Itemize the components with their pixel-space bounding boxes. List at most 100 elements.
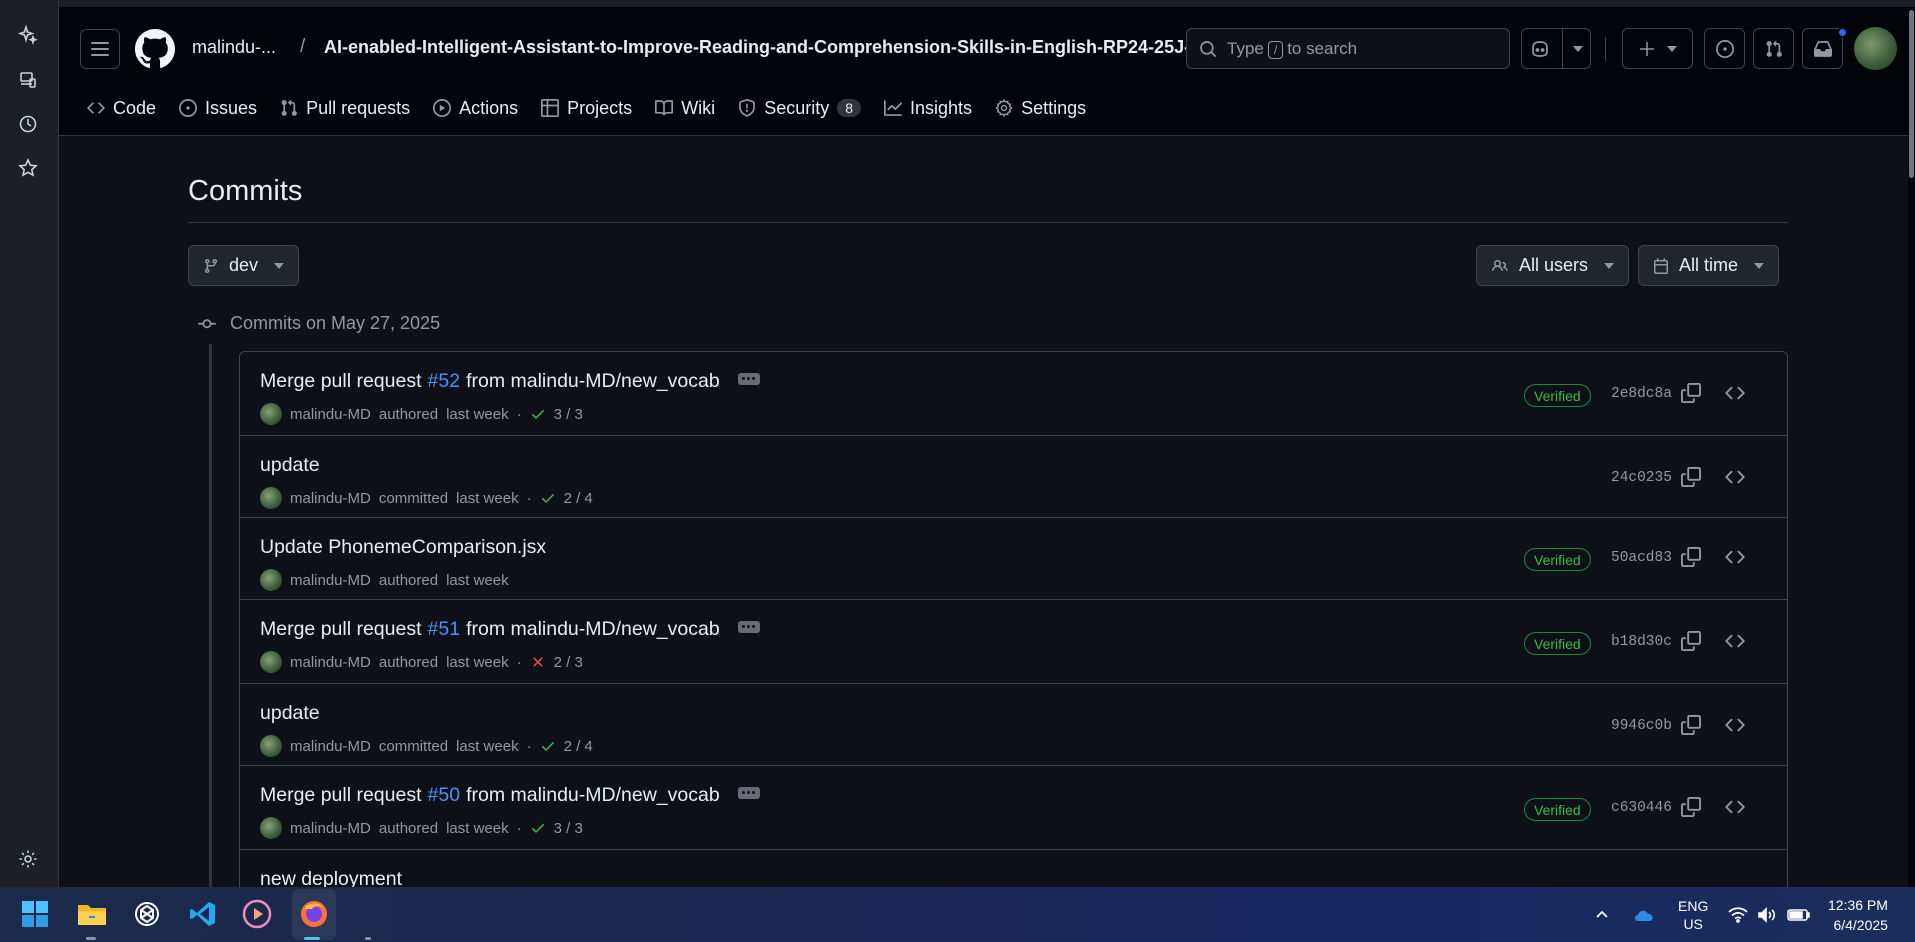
browse-code-icon[interactable] bbox=[1725, 715, 1745, 735]
onedrive-icon[interactable] bbox=[1633, 887, 1655, 942]
vscode-icon[interactable] bbox=[186, 897, 220, 931]
tray-chevron-icon[interactable] bbox=[1594, 887, 1610, 942]
copilot-button[interactable] bbox=[1521, 28, 1591, 69]
windows-start-icon[interactable] bbox=[18, 897, 52, 931]
tab-issues[interactable]: Issues bbox=[179, 98, 257, 119]
tab-settings[interactable]: Settings bbox=[995, 98, 1086, 119]
media-player-icon[interactable] bbox=[240, 897, 274, 931]
commit-sha[interactable]: 50acd83 bbox=[1611, 550, 1672, 566]
commit-sha[interactable]: b18d30c bbox=[1611, 634, 1672, 650]
repo-name-link[interactable]: AI-enabled-Intelligent-Assistant-to-Impr… bbox=[324, 37, 1215, 58]
file-explorer-icon[interactable] bbox=[75, 897, 109, 931]
commit-message[interactable]: Merge pull request #51 from malindu-MD/n… bbox=[260, 618, 760, 641]
commit-sha[interactable]: c630446 bbox=[1611, 800, 1672, 816]
wifi-icon[interactable] bbox=[1728, 887, 1748, 942]
verified-badge[interactable]: Verified bbox=[1524, 384, 1591, 407]
browse-code-icon[interactable] bbox=[1725, 383, 1745, 403]
tab-wiki[interactable]: Wiki bbox=[655, 98, 715, 119]
sparkle-icon[interactable] bbox=[16, 23, 40, 47]
commit-message[interactable]: Merge pull request #50 from malindu-MD/n… bbox=[260, 784, 760, 807]
author-link[interactable]: malindu-MD bbox=[290, 820, 371, 837]
browse-code-icon[interactable] bbox=[1725, 547, 1745, 567]
check-icon[interactable] bbox=[530, 820, 546, 836]
search-input[interactable]: Type / to search bbox=[1186, 28, 1510, 69]
author-link[interactable]: malindu-MD bbox=[290, 738, 371, 755]
browse-code-icon[interactable] bbox=[1725, 467, 1745, 487]
language-indicator[interactable]: ENG US bbox=[1678, 887, 1708, 942]
table-icon bbox=[541, 99, 560, 117]
commit-message[interactable]: update bbox=[260, 454, 320, 477]
tab-code[interactable]: Code bbox=[87, 98, 156, 119]
check-icon[interactable] bbox=[530, 406, 546, 422]
browse-code-icon[interactable] bbox=[1725, 797, 1745, 817]
time-filter-button[interactable]: All time bbox=[1638, 245, 1780, 286]
checks-count[interactable]: 3 / 3 bbox=[554, 406, 583, 423]
author-avatar[interactable] bbox=[260, 817, 282, 839]
copy-icon[interactable] bbox=[1681, 631, 1701, 651]
browse-code-icon[interactable] bbox=[1725, 631, 1745, 651]
github-logo-icon[interactable] bbox=[135, 29, 175, 69]
synced-tabs-icon[interactable] bbox=[16, 68, 40, 92]
author-avatar[interactable] bbox=[260, 735, 282, 757]
commit-message[interactable]: Update PhonemeComparison.jsx bbox=[260, 536, 546, 559]
check-icon[interactable] bbox=[540, 490, 556, 506]
author-avatar[interactable] bbox=[260, 487, 282, 509]
tab-security[interactable]: Security 8 bbox=[738, 98, 862, 119]
commit-message[interactable]: Merge pull request #52 from malindu-MD/n… bbox=[260, 370, 760, 393]
check-icon[interactable] bbox=[540, 738, 556, 754]
author-link[interactable]: malindu-MD bbox=[290, 490, 371, 507]
tab-projects[interactable]: Projects bbox=[541, 98, 632, 119]
checks-count[interactable]: 3 / 3 bbox=[554, 820, 583, 837]
verified-badge[interactable]: Verified bbox=[1524, 548, 1591, 571]
firefox-icon[interactable] bbox=[297, 897, 331, 931]
expand-body-button[interactable] bbox=[737, 372, 760, 385]
pull-requests-button[interactable] bbox=[1753, 28, 1794, 69]
verified-badge[interactable]: Verified bbox=[1524, 798, 1591, 821]
branch-select-button[interactable]: dev bbox=[188, 245, 300, 286]
menu-button[interactable] bbox=[80, 29, 120, 69]
pr-link[interactable]: #52 bbox=[428, 370, 461, 393]
copy-icon[interactable] bbox=[1681, 467, 1701, 487]
copy-icon[interactable] bbox=[1681, 383, 1701, 403]
checks-count[interactable]: 2 / 4 bbox=[564, 490, 593, 507]
sidebar-settings-icon[interactable] bbox=[16, 847, 40, 871]
copy-icon[interactable] bbox=[1681, 715, 1701, 735]
tab-insights[interactable]: Insights bbox=[884, 98, 972, 119]
author-link[interactable]: malindu-MD bbox=[290, 654, 371, 671]
repo-owner-link[interactable]: malindu-... bbox=[192, 37, 276, 58]
expand-body-button[interactable] bbox=[737, 620, 760, 633]
author-link[interactable]: malindu-MD bbox=[290, 406, 371, 423]
bookmarks-star-icon[interactable] bbox=[16, 156, 40, 180]
pr-link[interactable]: #51 bbox=[428, 618, 461, 641]
users-filter-button[interactable]: All users bbox=[1476, 245, 1630, 286]
commit-sha[interactable]: 9946c0b bbox=[1611, 718, 1672, 734]
history-icon[interactable] bbox=[16, 112, 40, 136]
copy-icon[interactable] bbox=[1681, 547, 1701, 567]
create-new-button[interactable] bbox=[1622, 28, 1693, 69]
issues-button[interactable] bbox=[1704, 28, 1745, 69]
commit-sha[interactable]: 2e8dc8a bbox=[1611, 386, 1672, 402]
author-link[interactable]: malindu-MD bbox=[290, 572, 371, 589]
verified-badge[interactable]: Verified bbox=[1524, 632, 1591, 655]
copy-icon[interactable] bbox=[1681, 797, 1701, 817]
checks-count[interactable]: 2 / 4 bbox=[564, 738, 593, 755]
chatgpt-icon[interactable] bbox=[130, 897, 164, 931]
user-avatar[interactable] bbox=[1854, 27, 1897, 70]
commit-action: committed bbox=[378, 489, 449, 507]
x-fail-icon[interactable] bbox=[530, 654, 546, 670]
tab-pull-requests[interactable]: Pull requests bbox=[280, 98, 410, 119]
checks-count[interactable]: 2 / 3 bbox=[554, 654, 583, 671]
expand-body-button[interactable] bbox=[737, 786, 760, 799]
battery-icon[interactable] bbox=[1787, 887, 1811, 942]
author-avatar[interactable] bbox=[260, 651, 282, 673]
scrollbar-thumb[interactable] bbox=[1909, 10, 1914, 178]
author-avatar[interactable] bbox=[260, 569, 282, 591]
volume-icon[interactable] bbox=[1757, 887, 1777, 942]
author-avatar[interactable] bbox=[260, 403, 282, 425]
clock[interactable]: 12:36 PM 6/4/2025 bbox=[1828, 887, 1888, 942]
commit-sha[interactable]: 24c0235 bbox=[1611, 470, 1672, 486]
pr-link[interactable]: #50 bbox=[428, 784, 461, 807]
commit-message[interactable]: update bbox=[260, 702, 320, 725]
tab-actions[interactable]: Actions bbox=[433, 98, 518, 119]
copilot-dropdown-icon[interactable] bbox=[1572, 45, 1583, 52]
